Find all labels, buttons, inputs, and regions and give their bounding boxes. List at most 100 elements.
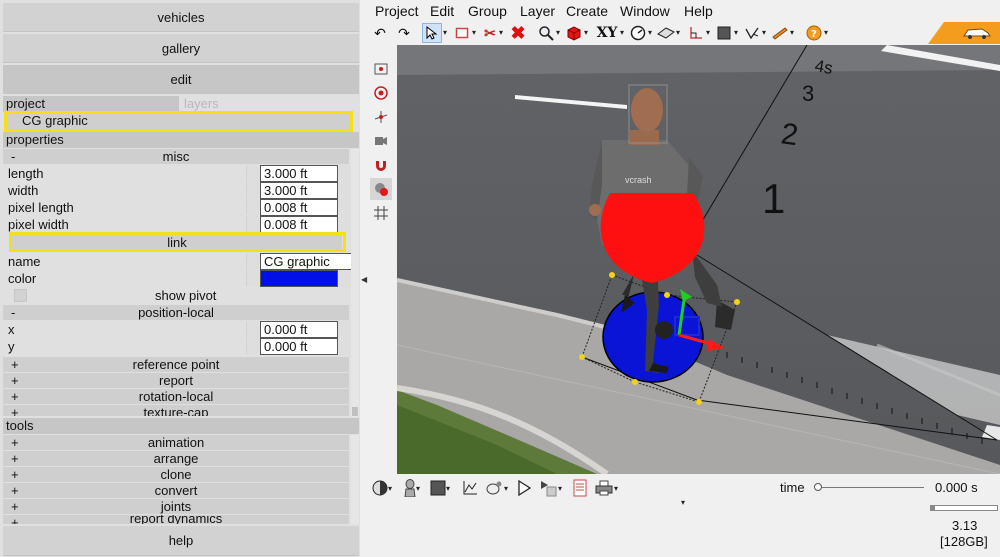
gallery-button[interactable]: gallery <box>3 34 359 63</box>
tab-layers[interactable]: layers <box>184 96 219 112</box>
group-position-local[interactable]: - position-local <box>3 305 349 320</box>
zoom-icon[interactable] <box>536 23 556 43</box>
menu-window[interactable]: Window <box>620 3 670 19</box>
edit-button[interactable]: edit <box>3 65 359 94</box>
zoom-caret-icon[interactable]: ▾ <box>556 28 560 37</box>
orbit-icon[interactable] <box>370 106 392 128</box>
color-swatch[interactable] <box>260 270 338 287</box>
gauge-caret-icon[interactable]: ▾ <box>648 28 652 37</box>
shading-icon[interactable] <box>370 478 390 498</box>
x-spin[interactable] <box>339 321 351 338</box>
axes-icon[interactable] <box>686 23 706 43</box>
tool-convert[interactable]: + convert <box>3 483 349 498</box>
show-pivot-checkbox[interactable] <box>14 289 27 302</box>
time-slider-thumb[interactable] <box>814 483 822 491</box>
ruler-icon[interactable] <box>770 23 790 43</box>
group-rotation-local[interactable]: + rotation-local <box>3 389 349 404</box>
square-caret-icon[interactable]: ▾ <box>734 28 738 37</box>
name-field[interactable]: CG graphic <box>260 253 352 270</box>
menu-layer[interactable]: Layer <box>520 3 555 19</box>
help-button[interactable]: help <box>3 526 359 556</box>
scene-canvas[interactable]: 1 2 3 4s vcrash <box>397 45 1000 474</box>
more-caret-icon[interactable]: ▾ <box>681 498 685 507</box>
tool-report-dynamics[interactable]: + report dynamics <box>3 515 349 524</box>
red-cube-icon[interactable] <box>564 23 584 43</box>
3d-viewport[interactable]: 1 2 3 4s vcrash <box>397 45 1000 474</box>
ruler-caret-icon[interactable]: ▾ <box>790 28 794 37</box>
pixel-width-field[interactable]: 0.008 ft <box>260 216 338 233</box>
xy-caret-icon[interactable]: ▾ <box>620 28 624 37</box>
tool-clone[interactable]: + clone <box>3 467 349 482</box>
rectangle-select-icon[interactable] <box>452 23 472 43</box>
tab-project[interactable]: project <box>3 96 179 112</box>
redo-icon[interactable]: ↷ <box>394 23 414 43</box>
print-icon[interactable] <box>594 478 614 498</box>
help-circle-icon[interactable]: ? <box>804 23 824 43</box>
rectangle-caret-icon[interactable]: ▾ <box>472 28 476 37</box>
axes-caret-icon[interactable]: ▾ <box>706 28 710 37</box>
group-reference-point[interactable]: + reference point <box>3 357 349 372</box>
print-caret-icon[interactable]: ▾ <box>614 484 618 493</box>
y-spin[interactable] <box>339 338 351 355</box>
undo-icon[interactable]: ↶ <box>370 23 390 43</box>
gizmo-center[interactable] <box>655 321 673 339</box>
select-arrow-icon[interactable] <box>422 23 442 43</box>
cut-icon[interactable]: ✂ <box>480 23 500 43</box>
gauge-icon[interactable] <box>628 23 648 43</box>
delete-icon[interactable]: ✖ <box>508 23 528 43</box>
group-report[interactable]: + report <box>3 373 349 388</box>
cube-caret-icon[interactable]: ▾ <box>584 28 588 37</box>
frame-view-icon[interactable] <box>370 58 392 80</box>
menu-group[interactable]: Group <box>468 3 507 19</box>
surface-icon[interactable] <box>656 23 676 43</box>
menu-project[interactable]: Project <box>375 3 419 19</box>
figure-caret-icon[interactable]: ▾ <box>416 484 420 493</box>
tools-scrollbar[interactable] <box>351 435 359 524</box>
xy-button[interactable]: XY <box>594 23 620 43</box>
settings-record-icon[interactable] <box>370 178 392 200</box>
vehicles-button[interactable]: vehicles <box>3 3 359 32</box>
cut-caret-icon[interactable]: ▾ <box>499 28 503 37</box>
camera-path-icon[interactable] <box>484 478 504 498</box>
color-spin[interactable] <box>339 270 351 287</box>
material-caret-icon[interactable]: ▾ <box>446 484 450 493</box>
pixel-length-field[interactable]: 0.008 ft <box>260 199 338 216</box>
menu-create[interactable]: Create <box>566 3 608 19</box>
length-spin[interactable] <box>339 165 351 182</box>
graph-icon[interactable] <box>460 478 480 498</box>
render-frame-icon[interactable] <box>538 478 558 498</box>
surface-caret-icon[interactable]: ▾ <box>676 28 680 37</box>
group-misc[interactable]: - misc <box>3 149 349 164</box>
properties-scroll-thumb[interactable] <box>352 407 358 416</box>
tool-arrange[interactable]: + arrange <box>3 451 349 466</box>
length-field[interactable]: 3.000 ft <box>260 165 338 182</box>
x-field[interactable]: 0.000 ft <box>260 321 338 338</box>
render-caret-icon[interactable]: ▾ <box>558 484 562 493</box>
camera-path-caret-icon[interactable]: ▾ <box>504 484 508 493</box>
menu-edit[interactable]: Edit <box>430 3 454 19</box>
select-caret-icon[interactable]: ▾ <box>443 28 447 37</box>
group-texture-cap[interactable]: + texture-cap <box>3 405 349 416</box>
material-swatch-icon[interactable] <box>428 478 448 498</box>
shading-caret-icon[interactable]: ▾ <box>388 484 392 493</box>
width-field[interactable]: 3.000 ft <box>260 182 338 199</box>
properties-scrollbar[interactable] <box>351 149 359 417</box>
tool-joints[interactable]: + joints <box>3 499 349 514</box>
polyline-icon[interactable] <box>742 23 762 43</box>
magnet-icon[interactable] <box>370 154 392 176</box>
camera-icon[interactable] <box>370 130 392 152</box>
play-icon[interactable] <box>514 478 534 498</box>
tool-animation[interactable]: + animation <box>3 435 349 450</box>
time-slider-track[interactable] <box>816 487 924 488</box>
pixel-width-spin[interactable] <box>339 216 351 233</box>
polyline-caret-icon[interactable]: ▾ <box>762 28 766 37</box>
width-spin[interactable] <box>339 182 351 199</box>
square-shape-icon[interactable] <box>714 23 734 43</box>
pixel-length-spin[interactable] <box>339 199 351 216</box>
target-icon[interactable] <box>370 82 392 104</box>
collapse-panel-arrow-icon[interactable]: ◀ <box>361 275 367 284</box>
report-document-icon[interactable] <box>570 478 590 498</box>
y-field[interactable]: 0.000 ft <box>260 338 338 355</box>
menu-help[interactable]: Help <box>684 3 713 19</box>
grid-icon[interactable] <box>370 202 392 224</box>
